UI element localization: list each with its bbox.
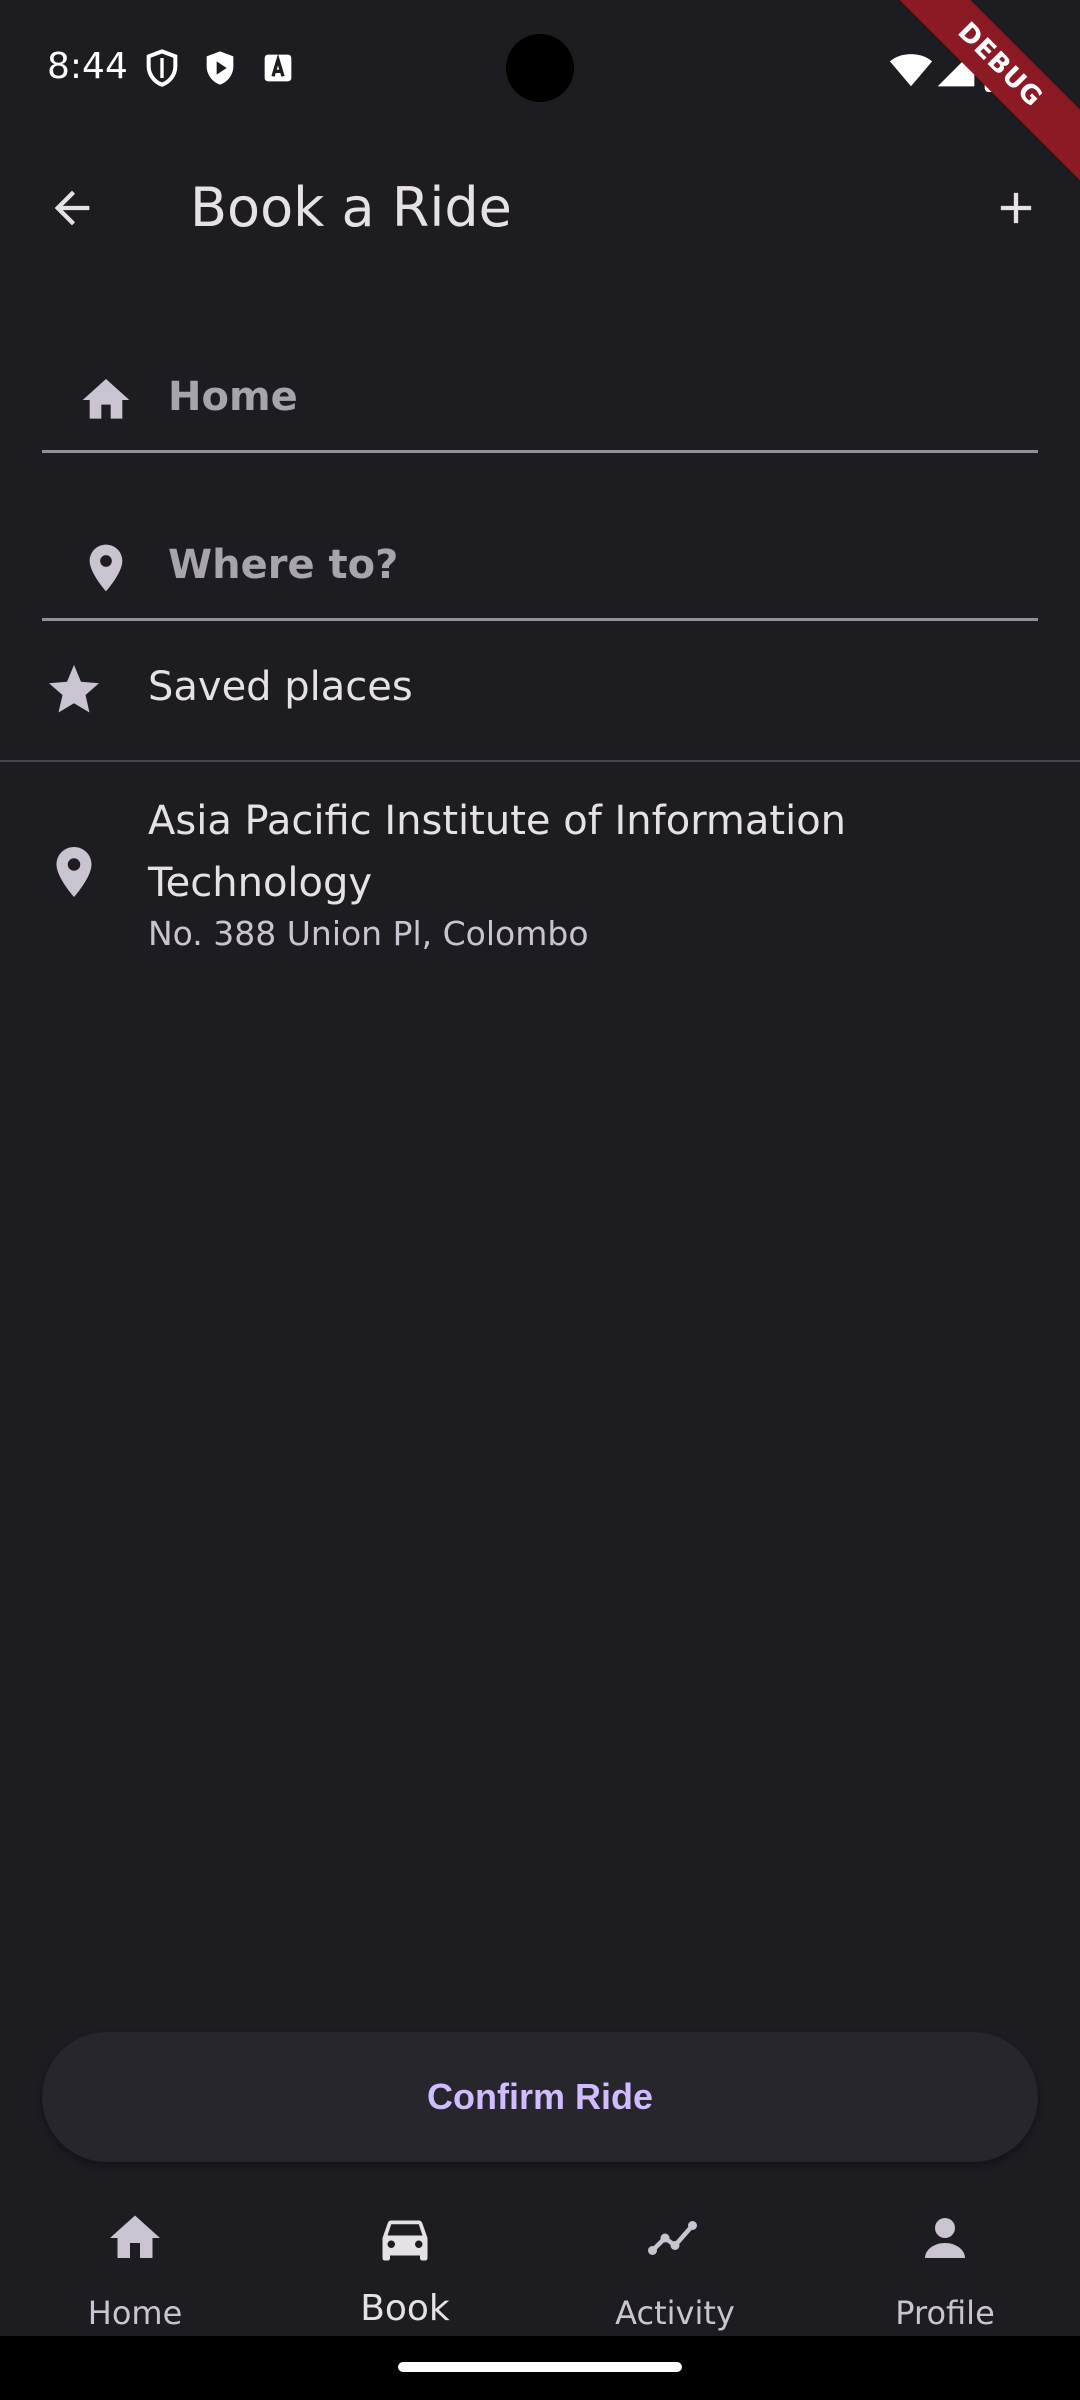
nav-label: Activity: [615, 2294, 735, 2332]
star-icon: [49, 665, 99, 713]
wifi-icon: [889, 54, 933, 87]
app-bar: Book a Ride: [0, 136, 1080, 280]
pickup-field[interactable]: Home: [42, 350, 1038, 453]
arrow-back-icon: [54, 190, 90, 226]
activity-icon: [648, 2221, 697, 2255]
destination-field[interactable]: Where to?: [42, 518, 1038, 621]
status-time: 8:44: [47, 46, 128, 87]
saved-places-row[interactable]: Saved places: [0, 630, 1080, 762]
nav-label: Book: [360, 2288, 450, 2329]
shield-icon: [146, 49, 178, 87]
place-title: Asia Pacific Institute of Information Te…: [148, 798, 847, 906]
play-protect-icon: [206, 51, 234, 85]
gesture-handle[interactable]: [398, 2362, 682, 2372]
add-button[interactable]: [978, 170, 1054, 246]
home-icon: [110, 2215, 160, 2258]
nav-item-activity[interactable]: Activity: [540, 2184, 810, 2336]
location-pin-icon: [89, 544, 123, 592]
font-icon: [264, 53, 292, 82]
nav-item-profile[interactable]: Profile: [810, 2184, 1080, 2336]
confirm-ride-button[interactable]: Confirm Ride: [42, 2032, 1038, 2162]
bottom-nav: Home Book Activity Profile: [0, 2184, 1080, 2336]
back-button[interactable]: [34, 170, 110, 246]
status-bar: 8:44: [0, 0, 1080, 136]
nav-label: Profile: [895, 2294, 995, 2332]
car-icon: [382, 2220, 428, 2261]
nav-label: Home: [87, 2294, 183, 2332]
saved-places-label: Saved places: [148, 664, 413, 710]
add-icon: [1000, 192, 1032, 224]
nav-item-home[interactable]: Home: [0, 2184, 270, 2336]
camera-cutout: [506, 34, 574, 102]
pickup-placeholder: Home: [168, 374, 298, 420]
home-icon: [82, 379, 130, 419]
destination-placeholder: Where to?: [168, 542, 399, 588]
person-icon: [925, 2218, 965, 2258]
system-gesture-area: [0, 2336, 1080, 2400]
place-address: No. 388 Union Pl, Colombo: [148, 914, 589, 953]
page-title: Book a Ride: [190, 176, 512, 239]
location-pin-icon: [56, 847, 92, 897]
nav-item-book[interactable]: Book: [270, 2184, 540, 2336]
list-item[interactable]: Asia Pacific Institute of Information Te…: [0, 780, 1080, 970]
